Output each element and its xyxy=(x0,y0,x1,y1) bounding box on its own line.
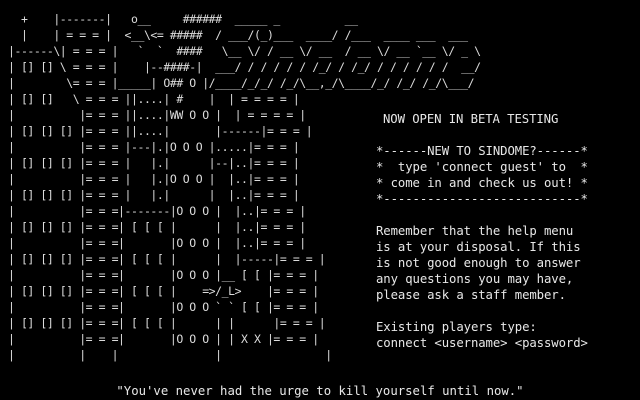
welcome-line: *---------------------------* xyxy=(376,192,588,206)
welcome-line: * type 'connect guest' to * xyxy=(376,160,588,174)
beta-announcement: NOW OPEN IN BETA TESTING xyxy=(383,111,640,127)
help-line: is at your disposal. If this xyxy=(376,240,581,254)
welcome-line: *------NEW TO SINDOME?------* xyxy=(376,144,588,158)
login-line: Existing players type: xyxy=(376,320,537,334)
announcement-text: NOW OPEN IN BETA TESTING xyxy=(383,112,559,126)
new-player-box: *------NEW TO SINDOME?------* * type 'co… xyxy=(376,143,636,207)
help-line: is not good enough to answer xyxy=(376,256,581,270)
help-line: please ask a staff member. xyxy=(376,288,566,302)
login-instructions: Existing players type: connect <username… xyxy=(376,319,636,351)
tagline-quote: "You've never had the urge to kill yours… xyxy=(116,384,524,398)
help-line: Remember that the help menu xyxy=(376,224,574,238)
help-message: Remember that the help menu is at your d… xyxy=(376,223,636,303)
help-line: any questions you may have, xyxy=(376,272,574,286)
welcome-line: * come in and check us out! * xyxy=(376,176,588,190)
login-command: connect <username> <password> xyxy=(376,336,588,350)
terminal-window[interactable]: + |-------| o__ ###### _____ _ __ | | = … xyxy=(0,0,640,400)
